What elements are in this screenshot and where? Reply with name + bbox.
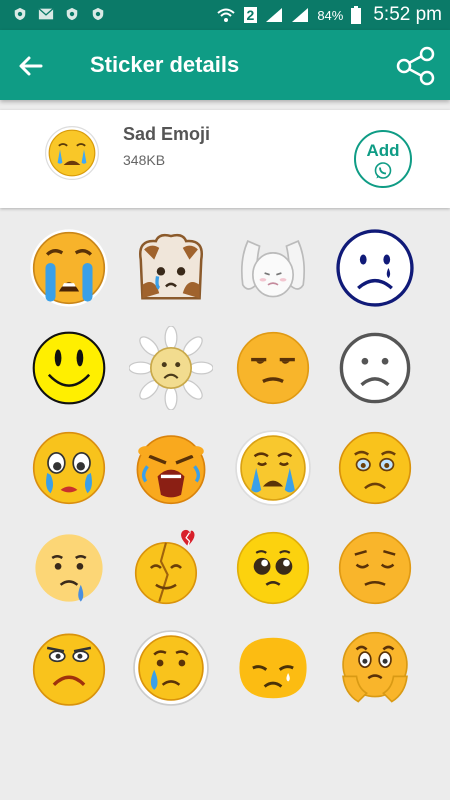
- signal-icon: [292, 8, 309, 22]
- sticker-item[interactable]: [18, 518, 120, 618]
- sticker-grid: [18, 218, 438, 718]
- sad-daisy-flower-icon: [129, 326, 213, 410]
- pensive-face-icon: [338, 531, 412, 605]
- sticker-item[interactable]: [120, 518, 222, 618]
- sad-tear-face-icon: [133, 630, 209, 706]
- smiley-face-icon: [32, 331, 106, 405]
- sticker-item[interactable]: [120, 218, 222, 318]
- scared-hands-face-icon: [342, 631, 408, 703]
- pack-size: 348KB: [123, 152, 166, 168]
- sticker-item[interactable]: [222, 518, 324, 618]
- status-bar: 2 84% 5:52 pm: [0, 0, 450, 30]
- app-bar: Sticker details: [0, 30, 450, 100]
- page-title: Sticker details: [90, 52, 240, 77]
- broken-heart-cracked-face-icon: [134, 529, 198, 605]
- notification-icons: [12, 7, 106, 21]
- back-arrow-icon[interactable]: [14, 49, 48, 83]
- wifi-icon: [216, 8, 235, 22]
- sad-bunny-character-icon: [240, 240, 306, 298]
- shield-icon: [92, 7, 104, 21]
- sticker-item[interactable]: [222, 218, 324, 318]
- sticker-item[interactable]: [18, 218, 120, 318]
- whatsapp-icon: [374, 162, 392, 179]
- outline-sad-tear-face-icon: [336, 229, 414, 307]
- battery-icon: [351, 6, 362, 24]
- sticker-item[interactable]: [18, 418, 120, 518]
- unamused-face-icon: [236, 331, 310, 405]
- angry-frown-face-icon: [32, 633, 106, 706]
- sticker-item[interactable]: [18, 318, 120, 418]
- system-indicators: 2 84% 5:52 pm: [216, 0, 442, 30]
- sticker-item[interactable]: [222, 418, 324, 518]
- clock: 5:52 pm: [373, 4, 442, 25]
- sticker-pack-card: Sad Emoji 348KB Add: [0, 110, 450, 208]
- loudly-crying-face-icon: [30, 229, 108, 307]
- disappointed-tear-face-icon: [235, 430, 311, 506]
- sim-slot-badge: 2: [243, 7, 258, 23]
- sad-toast-character-icon: [139, 233, 203, 300]
- signal-icon: [266, 8, 283, 22]
- add-button-label: Add: [366, 141, 400, 160]
- sleepy-blob-face-icon: [239, 637, 307, 699]
- pack-name: Sad Emoji: [123, 124, 211, 144]
- sticker-item[interactable]: [222, 618, 324, 718]
- sticker-item[interactable]: [324, 618, 426, 718]
- sticker-item[interactable]: [222, 318, 324, 418]
- teary-worried-face-icon: [338, 431, 412, 505]
- sticker-item[interactable]: [120, 318, 222, 418]
- wailing-face-icon: [136, 435, 206, 505]
- crying-face-icon: [32, 431, 106, 505]
- sticker-item[interactable]: [120, 418, 222, 518]
- mail-icon: [38, 8, 54, 20]
- frowning-outline-face-icon: [339, 332, 411, 404]
- sticker-item[interactable]: [18, 618, 120, 718]
- sticker-item[interactable]: [324, 518, 426, 618]
- add-to-whatsapp-button[interactable]: Add: [354, 130, 412, 188]
- sticker-item[interactable]: [120, 618, 222, 718]
- share-icon[interactable]: [394, 44, 438, 88]
- shield-icon: [14, 7, 26, 21]
- pleading-face-icon: [236, 531, 310, 605]
- shield-icon: [66, 7, 78, 21]
- sticker-item[interactable]: [324, 318, 426, 418]
- sticker-item[interactable]: [324, 418, 426, 518]
- pack-tray-icon: [45, 126, 99, 180]
- sad-sweat-drop-face-icon: [35, 534, 103, 602]
- sticker-item[interactable]: [324, 218, 426, 318]
- battery-percent: 84%: [317, 7, 344, 23]
